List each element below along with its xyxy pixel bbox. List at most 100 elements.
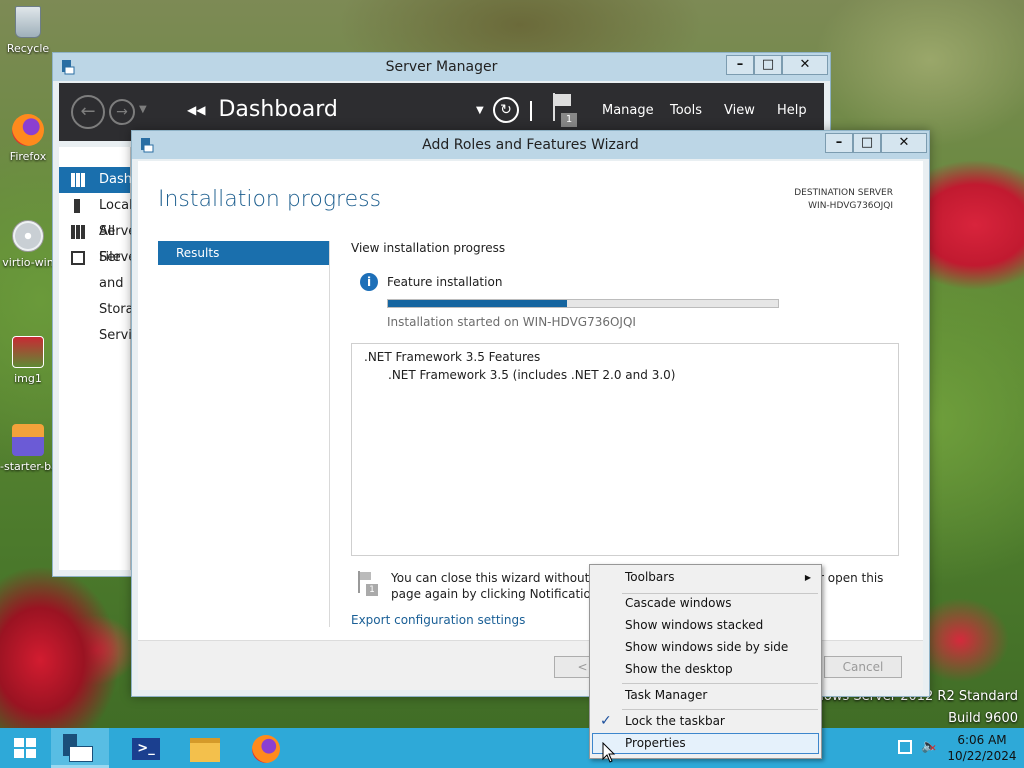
powershell-icon: >_ <box>132 738 160 760</box>
server-manager-app-icon <box>62 60 75 75</box>
close-wizard-notice-2: page again by clicking Notifications in <box>391 587 620 601</box>
notification-flag-icon: 1 <box>356 571 378 597</box>
window-controls: – □ ✕ <box>825 133 927 153</box>
menu-item-properties[interactable]: Properties <box>592 733 819 754</box>
window-title: Add Roles and Features Wizard <box>422 137 639 153</box>
divider <box>530 101 532 121</box>
menu-separator <box>622 683 818 684</box>
nav-item-local-server[interactable]: Local Server <box>59 193 142 239</box>
nav-item-all-servers[interactable]: All Servers <box>59 219 148 265</box>
clock-date: 10/22/2024 <box>947 749 1017 763</box>
servers-icon <box>71 225 85 239</box>
volume-muted-icon[interactable]: 🔈 ✕ <box>921 739 937 755</box>
destination-value: WIN-HDVG736OJQI <box>808 201 893 211</box>
maximize-button[interactable]: □ <box>853 133 881 153</box>
desktop-icon-recycle-bin[interactable]: Recycle <box>0 6 56 55</box>
forward-button[interactable]: → <box>109 99 135 125</box>
start-icon <box>14 738 36 758</box>
menu-item-cascade-windows[interactable]: Cascade windows <box>592 593 819 614</box>
firefox-icon <box>12 114 44 146</box>
view-menu[interactable]: View <box>724 103 755 118</box>
nav-item-file-storage[interactable]: File and Storage Services <box>59 245 154 343</box>
breadcrumb-dropdown-icon[interactable]: ▼ <box>476 105 484 116</box>
menu-item-task-manager[interactable]: Task Manager <box>592 685 819 706</box>
manage-menu[interactable]: Manage <box>602 103 654 118</box>
breadcrumb-current: Dashboard <box>218 97 338 122</box>
os-build: Build 9600 <box>948 711 1018 726</box>
nav-item-dashboard[interactable]: Dashboard <box>59 167 170 193</box>
feature-item: .NET Framework 3.5 (includes .NET 2.0 an… <box>388 368 676 382</box>
menu-item-label: Toolbars <box>625 570 675 584</box>
menu-item-label: Lock the taskbar <box>625 714 725 728</box>
taskbar-server-manager[interactable] <box>51 728 109 768</box>
refresh-icon[interactable]: ↻ <box>493 97 519 123</box>
back-button[interactable]: ← <box>71 95 105 129</box>
close-button[interactable]: ✕ <box>782 55 828 75</box>
clock[interactable]: 6:06 AM 10/22/2024 <box>946 732 1018 764</box>
close-wizard-notice-1-end: r open this <box>819 571 884 585</box>
page-title: Installation progress <box>158 187 382 212</box>
network-icon[interactable] <box>898 740 912 754</box>
menu-item-toolbars[interactable]: Toolbars ▶ <box>592 567 819 588</box>
disc-icon <box>12 220 44 252</box>
cancel-button[interactable]: Cancel <box>824 656 902 678</box>
taskbar-file-explorer[interactable] <box>176 728 234 768</box>
step-results[interactable]: Results <box>158 241 329 265</box>
minimize-button[interactable]: – <box>726 55 754 75</box>
help-menu[interactable]: Help <box>777 103 807 118</box>
close-wizard-notice-1: You can close this wizard without inte <box>391 571 617 585</box>
desktop-icon-label: Firefox <box>9 150 47 163</box>
menu-item-show-side-by-side[interactable]: Show windows side by side <box>592 637 819 658</box>
wizard-titlebar[interactable]: Add Roles and Features Wizard – □ ✕ <box>132 131 929 159</box>
tools-menu[interactable]: Tools <box>670 103 702 118</box>
notification-count-badge: 1 <box>561 113 577 127</box>
close-button[interactable]: ✕ <box>881 133 927 153</box>
desktop-icon-label: Recycle <box>6 42 50 55</box>
clock-time: 6:06 AM <box>957 733 1007 747</box>
desktop-icon-label: virtio-win <box>2 256 54 269</box>
view-progress-label: View installation progress <box>351 241 506 255</box>
status-label: Feature installation <box>387 275 503 289</box>
file-explorer-icon <box>190 738 220 762</box>
menu-item-lock-taskbar[interactable]: ✓ Lock the taskbar <box>592 711 819 732</box>
destination-server: DESTINATION SERVER WIN-HDVG736OJQI <box>794 187 893 213</box>
desktop-icon-starter[interactable]: -starter-ba <box>0 424 56 473</box>
file-storage-icon <box>71 251 85 265</box>
taskbar-firefox[interactable] <box>238 728 296 768</box>
window-controls: – □ ✕ <box>726 55 828 75</box>
destination-label: DESTINATION SERVER <box>794 188 893 198</box>
server-manager-titlebar[interactable]: Server Manager – □ ✕ <box>53 53 830 81</box>
installer-icon <box>12 424 44 456</box>
dashboard-icon <box>71 173 85 187</box>
menu-separator <box>622 709 818 710</box>
server-manager-nav: Dashboard Local Server All Servers File … <box>59 147 170 570</box>
progress-fill <box>388 300 568 307</box>
breadcrumb: ◀◀ Dashboard <box>187 97 338 122</box>
mouse-cursor-icon <box>602 742 616 763</box>
desktop-icon-virtio-win[interactable]: virtio-win <box>0 220 56 269</box>
desktop-icon-firefox[interactable]: Firefox <box>0 114 56 163</box>
info-icon: i <box>360 273 378 291</box>
maximize-button[interactable]: □ <box>754 55 782 75</box>
recycle-bin-icon <box>15 6 41 38</box>
taskbar-context-menu: Toolbars ▶ Cascade windows Show windows … <box>589 564 822 759</box>
wizard-app-icon <box>141 138 154 153</box>
taskbar-powershell[interactable]: >_ <box>116 728 174 768</box>
minimize-button[interactable]: – <box>825 133 853 153</box>
progress-bar <box>387 299 779 308</box>
wizard-steps: Results <box>158 241 330 627</box>
taskbar: >_ 🔈 ✕ 6:06 AM 10/22/2024 <box>0 728 1024 768</box>
desktop-icon-img1[interactable]: img1 <box>0 336 56 385</box>
firefox-icon <box>252 735 280 763</box>
export-configuration-link[interactable]: Export configuration settings <box>351 613 525 627</box>
menu-item-show-stacked[interactable]: Show windows stacked <box>592 615 819 636</box>
start-button[interactable] <box>0 728 58 768</box>
menu-item-show-desktop[interactable]: Show the desktop <box>592 659 819 680</box>
feature-item: .NET Framework 3.5 Features <box>364 350 541 364</box>
notifications-flag-icon[interactable]: 1 <box>553 93 577 127</box>
installation-started-text: Installation started on WIN-HDVG736OJQI <box>387 315 636 329</box>
breadcrumb-arrows-icon: ◀◀ <box>187 103 206 117</box>
desktop-icon-label: img1 <box>14 372 42 385</box>
image-file-icon <box>12 336 44 368</box>
history-dropdown-icon[interactable]: ▼ <box>139 104 147 115</box>
